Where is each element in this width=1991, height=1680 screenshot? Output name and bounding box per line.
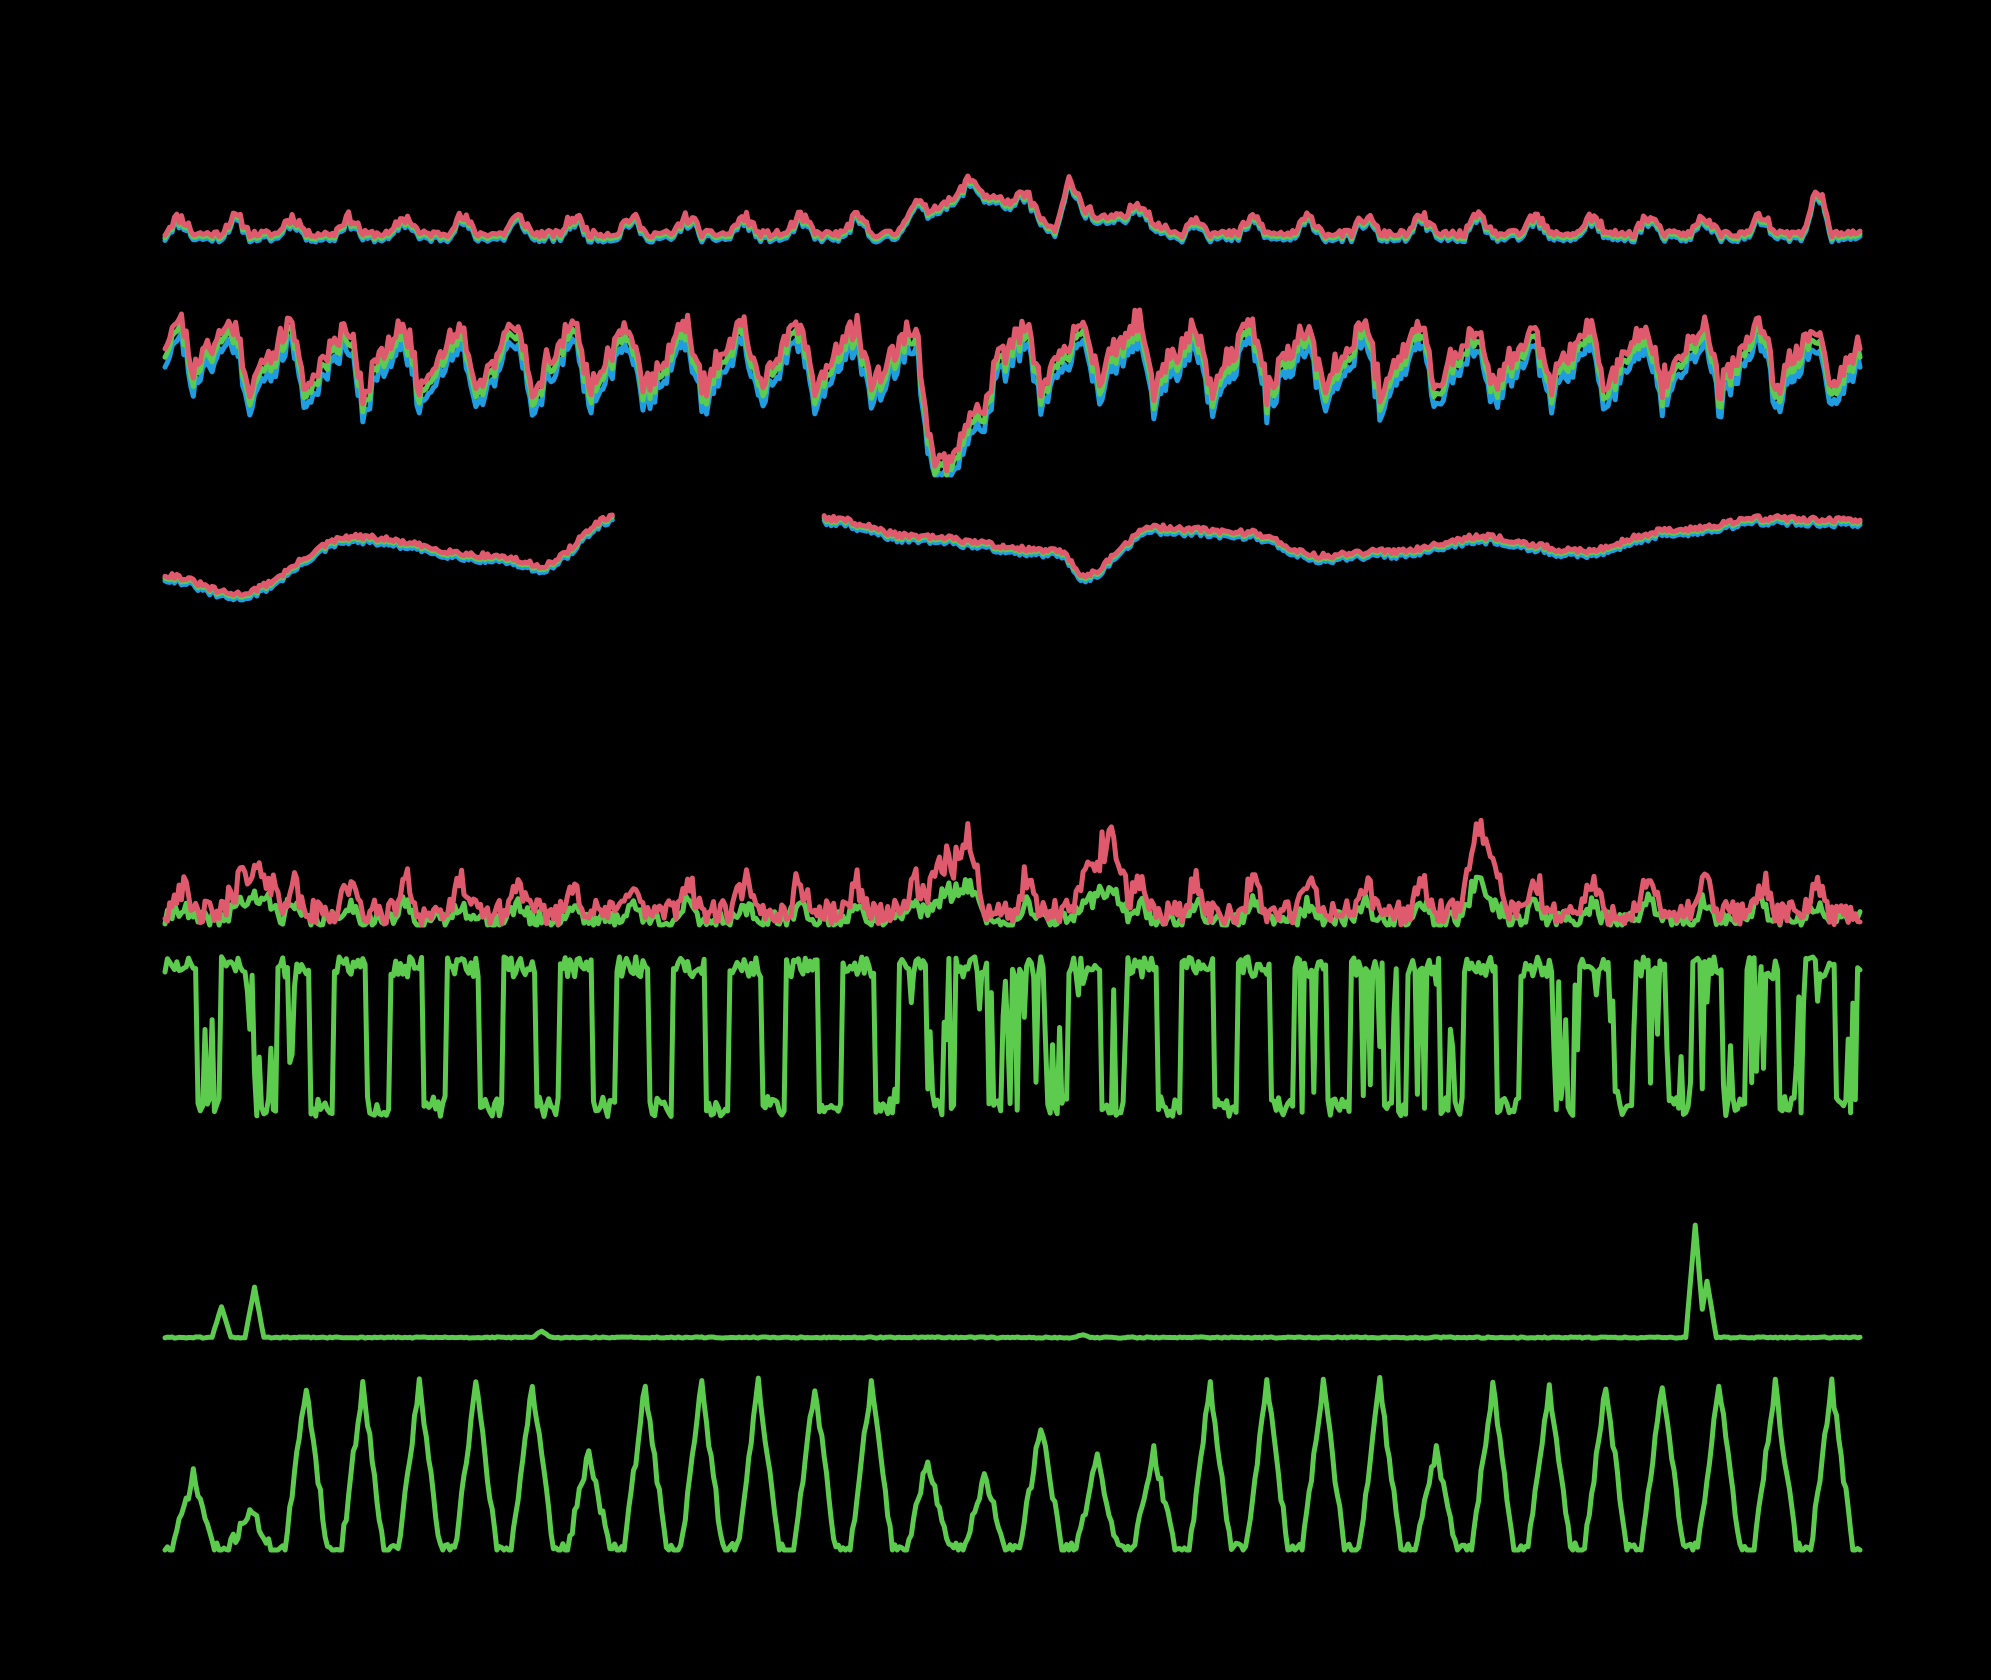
panel-2 — [162, 307, 1863, 478]
panel-5-series-green-line — [162, 954, 1863, 1119]
panel-4 — [162, 817, 1863, 928]
panel-1 — [162, 173, 1863, 245]
panel-6-series-green-line — [162, 1222, 1863, 1341]
panel-7 — [162, 1375, 1863, 1553]
panel-7-series-green-line — [162, 1375, 1863, 1553]
panel-2-series-red-line — [162, 307, 1863, 474]
panel-4-series-red-line — [162, 817, 1863, 928]
panel-3-series-green-line — [162, 514, 1863, 600]
panels-group — [162, 173, 1863, 1553]
chart-area — [0, 0, 1991, 1680]
panel-6 — [162, 1222, 1863, 1341]
chart-svg — [162, 173, 1863, 1553]
panel-3 — [162, 512, 1863, 603]
panel-3-series-blue-line — [162, 517, 1863, 603]
panel-5 — [162, 954, 1863, 1119]
